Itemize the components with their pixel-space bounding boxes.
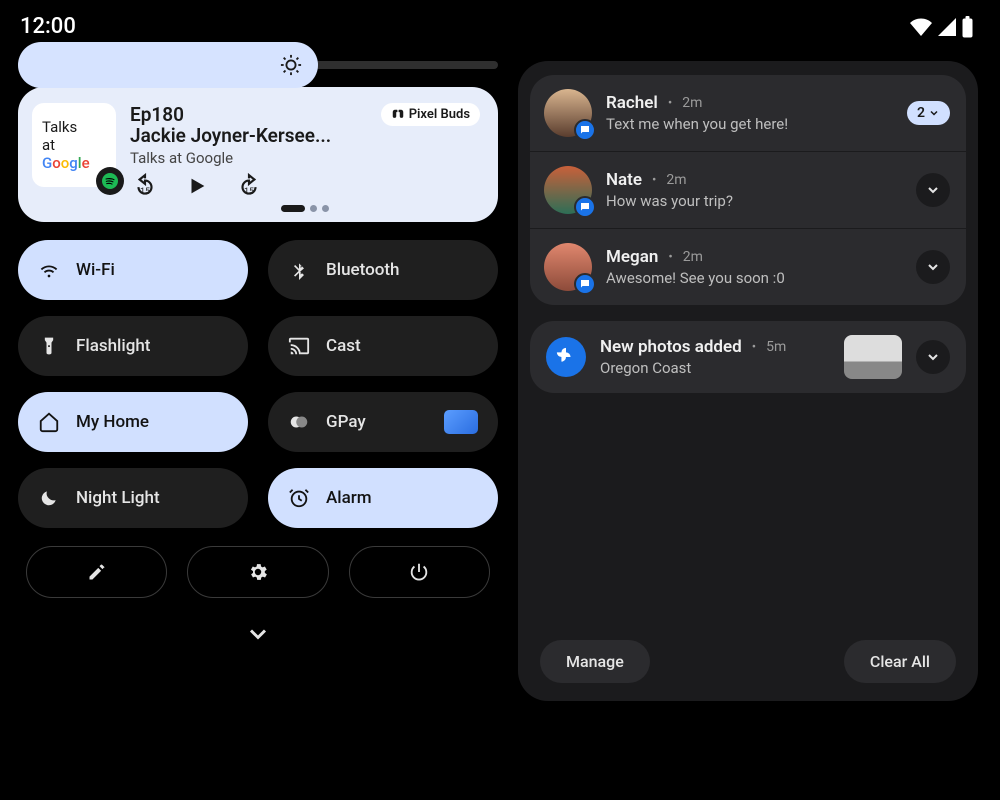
chevron-down-icon xyxy=(925,182,941,198)
sender-name: Megan xyxy=(606,247,658,267)
notification-item[interactable]: Nate • 2m How was your trip? xyxy=(530,151,966,228)
art-line: Talks xyxy=(42,118,77,136)
avatar xyxy=(544,166,592,214)
tile-label: Night Light xyxy=(76,488,160,508)
media-player-card[interactable]: Talks at Google Ep180 Jackie Joyner-Kers… xyxy=(18,87,498,222)
pencil-icon xyxy=(87,562,107,582)
cast-icon xyxy=(288,335,310,357)
sender-name: Rachel xyxy=(606,93,658,113)
wifi-icon xyxy=(909,17,933,37)
notif-time: 2m xyxy=(682,95,702,111)
alarm-icon xyxy=(288,487,310,509)
moon-icon xyxy=(38,488,60,508)
notif-time: 2m xyxy=(683,249,703,265)
tile-label: Cast xyxy=(326,336,361,356)
notif-time: 5m xyxy=(766,339,786,355)
media-artist: Jackie Joyner-Kersee... xyxy=(130,124,331,147)
chevron-down-icon xyxy=(244,620,272,648)
earbuds-icon xyxy=(391,108,405,122)
replay-15-button[interactable]: 15 xyxy=(132,173,158,199)
tile-flashlight[interactable]: Flashlight xyxy=(18,316,248,376)
photos-subtitle: Oregon Coast xyxy=(600,359,830,377)
photos-notification[interactable]: New photos added • 5m Oregon Coast xyxy=(530,321,966,393)
tile-bluetooth[interactable]: Bluetooth xyxy=(268,240,498,300)
chevron-down-icon xyxy=(928,107,940,119)
media-title: Ep180 xyxy=(130,103,331,126)
tile-cast[interactable]: Cast xyxy=(268,316,498,376)
tile-label: Alarm xyxy=(326,488,372,508)
tile-alarm[interactable]: Alarm xyxy=(268,468,498,528)
messages-icon xyxy=(574,119,596,141)
conversation-group: Rachel • 2m Text me when you get here! 2 xyxy=(530,75,966,305)
chevron-down-icon xyxy=(925,259,941,275)
tile-nightlight[interactable]: Night Light xyxy=(18,468,248,528)
edit-button[interactable] xyxy=(26,546,167,598)
sender-name: Nate xyxy=(606,170,642,190)
signal-icon xyxy=(937,17,957,37)
photos-icon xyxy=(546,337,586,377)
status-icons xyxy=(909,16,974,38)
power-icon xyxy=(408,561,430,583)
tile-label: Bluetooth xyxy=(326,260,400,280)
expand-button[interactable] xyxy=(916,173,950,207)
messages-icon xyxy=(574,196,596,218)
notification-item[interactable]: Megan • 2m Awesome! See you soon :0 xyxy=(530,228,966,305)
wifi-icon xyxy=(38,259,60,281)
notif-message: How was your trip? xyxy=(606,192,902,210)
tile-gpay[interactable]: GPay xyxy=(268,392,498,452)
quick-settings-tiles: Wi-Fi Bluetooth Flashlight Cast My Home … xyxy=(18,240,498,528)
forward-15-button[interactable]: 15 xyxy=(236,173,262,199)
photo-thumbnail xyxy=(844,335,902,379)
flashlight-icon xyxy=(38,336,60,356)
photos-title: New photos added xyxy=(600,337,742,357)
expand-button[interactable] xyxy=(916,250,950,284)
clock: 12:00 xyxy=(20,14,76,39)
clear-all-button[interactable]: Clear All xyxy=(844,640,956,683)
spotify-icon xyxy=(96,167,124,195)
tile-label: Flashlight xyxy=(76,336,150,356)
audio-output-chip[interactable]: Pixel Buds xyxy=(381,103,480,126)
notif-message: Text me when you get here! xyxy=(606,115,893,133)
tile-label: GPay xyxy=(326,412,366,432)
media-source: Talks at Google xyxy=(130,149,331,167)
tile-home[interactable]: My Home xyxy=(18,392,248,452)
qs-action-row xyxy=(18,546,498,598)
notif-message: Awesome! See you soon :0 xyxy=(606,269,902,287)
expand-button[interactable] xyxy=(916,340,950,374)
notif-time: 2m xyxy=(666,172,686,188)
album-art: Talks at Google xyxy=(32,103,116,187)
expand-handle[interactable] xyxy=(18,620,498,652)
power-button[interactable] xyxy=(349,546,490,598)
group-count-chip[interactable]: 2 xyxy=(907,101,950,125)
notification-panel: Rachel • 2m Text me when you get here! 2 xyxy=(518,61,978,701)
gpay-icon xyxy=(288,411,310,433)
messages-icon xyxy=(574,273,596,295)
manage-button[interactable]: Manage xyxy=(540,640,650,683)
battery-icon xyxy=(961,16,974,38)
tile-label: Wi-Fi xyxy=(76,260,115,280)
play-button[interactable] xyxy=(186,175,208,197)
output-label: Pixel Buds xyxy=(409,107,470,122)
tile-wifi[interactable]: Wi-Fi xyxy=(18,240,248,300)
media-pager[interactable] xyxy=(130,205,480,212)
gear-icon xyxy=(247,561,269,583)
settings-button[interactable] xyxy=(187,546,328,598)
brightness-slider[interactable] xyxy=(18,61,498,69)
tile-label: My Home xyxy=(76,412,149,432)
brightness-icon xyxy=(280,54,302,76)
home-icon xyxy=(38,411,60,433)
art-line: at xyxy=(42,136,55,154)
chevron-down-icon xyxy=(925,349,941,365)
status-bar: 12:00 xyxy=(0,0,1000,45)
avatar xyxy=(544,243,592,291)
card-thumbnail xyxy=(444,410,478,434)
bluetooth-icon xyxy=(288,260,310,280)
avatar xyxy=(544,89,592,137)
art-line: Google xyxy=(42,154,90,172)
notification-item[interactable]: Rachel • 2m Text me when you get here! 2 xyxy=(530,75,966,151)
